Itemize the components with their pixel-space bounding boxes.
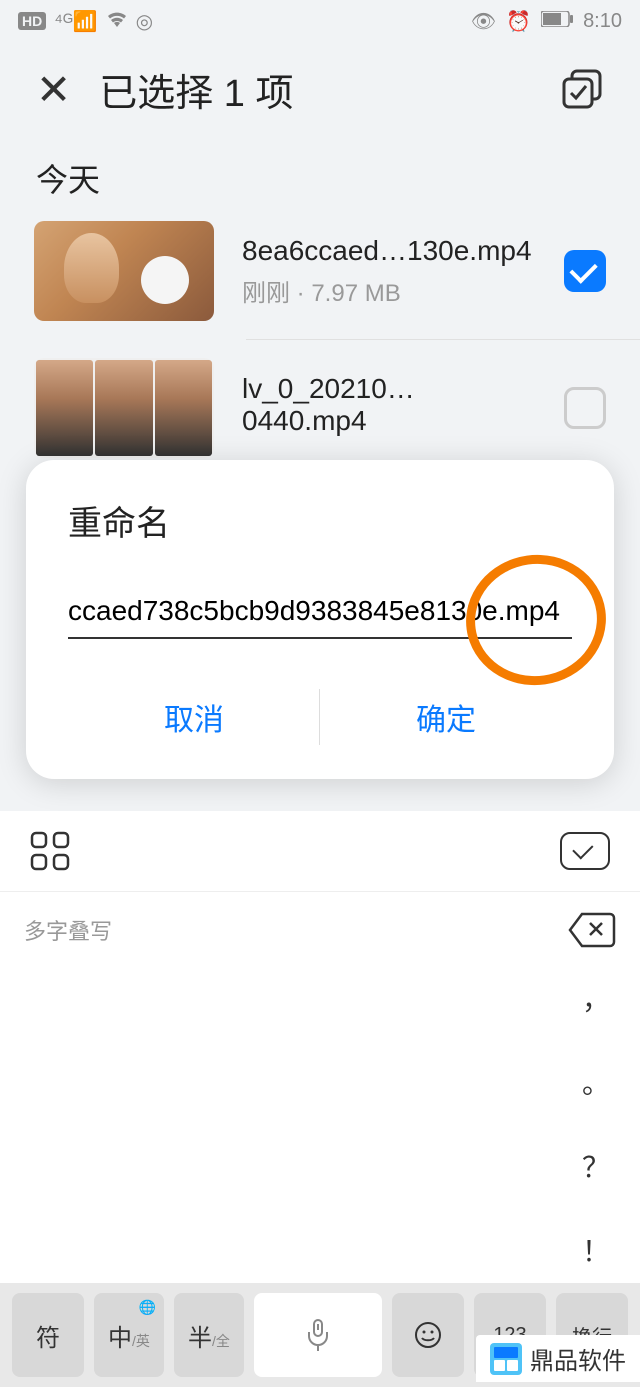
handwriting-area[interactable]: ， 。 ？ ！	[0, 968, 640, 1283]
header-title: 已选择 1 项	[99, 62, 293, 117]
divider	[246, 339, 640, 340]
close-icon[interactable]: ✕	[36, 65, 71, 114]
backspace-icon[interactable]	[568, 912, 616, 948]
file-meta: 刚刚 · 7.97 MB	[242, 273, 536, 308]
cancel-button[interactable]: 取消	[68, 675, 320, 759]
alarm-icon: ⏰	[506, 9, 531, 34]
hd-badge: HD	[18, 12, 46, 30]
nfc-icon: ◎	[136, 9, 153, 34]
file-name: lv_0_20210…0440.mp4	[242, 373, 536, 437]
clock-time: 8:10	[583, 10, 622, 33]
section-today: 今天	[0, 137, 640, 211]
checkbox-checked[interactable]	[564, 250, 606, 292]
key-question[interactable]: ？	[582, 1146, 610, 1186]
rename-input[interactable]	[68, 585, 572, 639]
key-emoji[interactable]	[392, 1293, 464, 1377]
video-thumbnail	[34, 358, 214, 458]
signal-icon: ⁴ᴳ📶	[54, 9, 97, 34]
wifi-icon	[106, 9, 128, 33]
key-exclaim[interactable]: ！	[582, 1230, 610, 1270]
watermark-icon	[490, 1343, 522, 1375]
watermark: 鼎品软件	[476, 1335, 640, 1382]
eye-icon: 👁	[471, 9, 496, 34]
confirm-button[interactable]: 确定	[320, 675, 572, 759]
file-row[interactable]: lv_0_20210…0440.mp4	[0, 348, 640, 468]
key-period[interactable]: 。	[582, 1062, 610, 1102]
handwriting-hint: 多字叠写	[24, 914, 112, 946]
selection-header: ✕ 已选择 1 项	[0, 42, 640, 137]
key-space[interactable]	[254, 1293, 382, 1377]
file-name: 8ea6ccaed…130e.mp4	[242, 235, 536, 267]
video-thumbnail	[34, 221, 214, 321]
battery-icon	[541, 10, 573, 33]
key-symbol[interactable]: 符	[12, 1293, 84, 1377]
keyboard-menu-icon[interactable]	[30, 831, 70, 871]
checkbox-unchecked[interactable]	[564, 387, 606, 429]
file-row[interactable]: 8ea6ccaed…130e.mp4 刚刚 · 7.97 MB	[0, 211, 640, 331]
status-bar: HD ⁴ᴳ📶 ◎ 👁 ⏰ 8:10	[0, 0, 640, 42]
dialog-title: 重命名	[68, 496, 572, 545]
key-lang[interactable]: 🌐中/英	[94, 1293, 164, 1377]
key-width[interactable]: 半/全	[174, 1293, 244, 1377]
key-comma[interactable]: ，	[582, 978, 610, 1018]
dialog-overlay: 重命名 取消 确定 多字叠写 ， 。 ？ ！	[0, 460, 640, 1387]
rename-dialog: 重命名 取消 确定	[26, 460, 614, 779]
select-all-icon[interactable]	[562, 69, 604, 111]
keyboard: 多字叠写 ， 。 ？ ！ 符 🌐中/英 半/全 123 换行	[0, 811, 640, 1387]
keyboard-collapse-icon[interactable]	[560, 832, 610, 870]
